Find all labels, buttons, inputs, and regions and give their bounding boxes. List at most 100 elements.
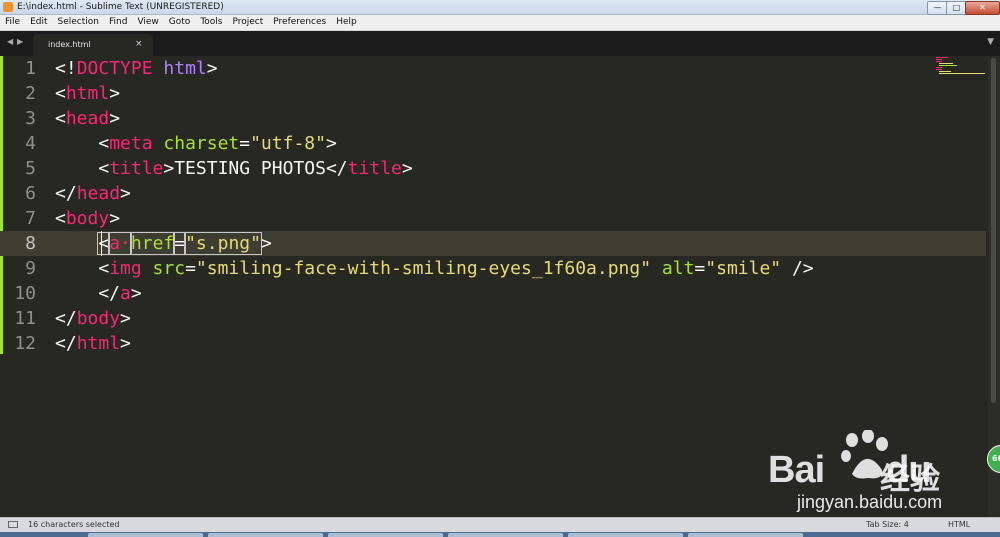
line-number: 6 bbox=[25, 183, 36, 204]
code-token: head bbox=[65, 108, 110, 129]
minimize-button[interactable]: — bbox=[927, 1, 948, 15]
window-title: E:\index.html - Sublime Text (UNREGISTER… bbox=[17, 2, 224, 12]
code-token: > bbox=[109, 108, 121, 129]
panel-toggle-icon[interactable] bbox=[8, 521, 18, 528]
code-token: <! bbox=[55, 58, 77, 79]
line-number: 10 bbox=[14, 283, 36, 304]
line-number: 12 bbox=[14, 333, 36, 354]
code-line[interactable]: 3 <head> bbox=[0, 106, 986, 131]
code-token: title bbox=[109, 158, 164, 179]
tab-label: index.html bbox=[48, 40, 91, 49]
code-line[interactable]: 5 <title>TESTING PHOTOS</title> bbox=[0, 156, 986, 181]
menu-find[interactable]: Find bbox=[104, 15, 132, 30]
taskbar-button[interactable] bbox=[568, 533, 683, 537]
taskbar-button[interactable] bbox=[328, 533, 443, 537]
menu-preferences[interactable]: Preferences bbox=[268, 15, 331, 30]
taskbar-button[interactable] bbox=[448, 533, 563, 537]
code-text: </a> bbox=[55, 281, 141, 306]
menu-tools[interactable]: Tools bbox=[195, 15, 227, 30]
code-line[interactable]: 6 </head> bbox=[0, 181, 986, 206]
code-token: title bbox=[347, 158, 402, 179]
code-line[interactable]: 11 </body> bbox=[0, 306, 986, 331]
code-token: DOCTYPE bbox=[76, 58, 153, 79]
menu-goto[interactable]: Goto bbox=[164, 15, 196, 30]
os-taskbar bbox=[0, 532, 1000, 537]
code-token: html bbox=[65, 83, 110, 104]
tab-scroll-right-icon[interactable]: ▶ bbox=[17, 37, 23, 46]
code-token: </ bbox=[55, 333, 77, 354]
line-number: 4 bbox=[25, 133, 36, 154]
close-button[interactable]: ✕ bbox=[965, 1, 1000, 15]
code-line[interactable]: 8 <a·href="s.png"> bbox=[0, 231, 986, 256]
code-token: /> bbox=[781, 258, 814, 279]
code-line[interactable]: 1 <!DOCTYPE html> bbox=[0, 56, 986, 81]
code-token: img bbox=[109, 258, 142, 279]
line-number: 1 bbox=[25, 58, 36, 79]
tab-overflow-icon[interactable]: ▼ bbox=[987, 37, 994, 47]
code-token: < bbox=[55, 158, 110, 179]
tab-scroll-left-icon[interactable]: ◀ bbox=[7, 37, 13, 46]
code-token: body bbox=[65, 208, 110, 229]
code-token: a bbox=[120, 283, 131, 304]
code-line[interactable]: 9 <img src="smiling-face-with-smiling-ey… bbox=[0, 256, 986, 281]
tab-size-selector[interactable]: Tab Size: 4 bbox=[866, 520, 909, 529]
menu-edit[interactable]: Edit bbox=[25, 15, 52, 30]
scrollbar-thumb[interactable] bbox=[991, 58, 996, 403]
menu-selection[interactable]: Selection bbox=[53, 15, 104, 30]
code-line[interactable]: 2 <html> bbox=[0, 81, 986, 106]
taskbar-button[interactable] bbox=[88, 533, 203, 537]
line-number: 2 bbox=[25, 83, 36, 104]
code-line[interactable]: 10 </a> bbox=[0, 281, 986, 306]
code-token: < bbox=[97, 232, 111, 255]
taskbar-button[interactable] bbox=[208, 533, 323, 537]
code-token: > bbox=[206, 58, 218, 79]
code-text: <!DOCTYPE html> bbox=[55, 56, 218, 81]
code-token: charset bbox=[163, 133, 240, 154]
code-token: > bbox=[120, 308, 131, 329]
watermark-logo-text: Bai bbox=[768, 449, 825, 491]
code-token: < bbox=[55, 108, 66, 129]
watermark-url: jingyan.baidu.com bbox=[797, 492, 943, 512]
code-token: = bbox=[694, 258, 706, 279]
menu-project[interactable]: Project bbox=[227, 15, 268, 30]
code-token: = bbox=[239, 133, 251, 154]
code-text: <head> bbox=[55, 106, 120, 131]
menu-view[interactable]: View bbox=[132, 15, 163, 30]
code-token: "s.png" bbox=[184, 232, 262, 255]
line-number: 5 bbox=[25, 158, 36, 179]
taskbar-button[interactable] bbox=[688, 533, 803, 537]
code-token: head bbox=[76, 183, 121, 204]
code-token: > bbox=[325, 133, 337, 154]
code-token: html bbox=[163, 58, 207, 79]
code-token: a· bbox=[108, 232, 132, 255]
syntax-selector[interactable]: HTML bbox=[948, 520, 970, 529]
code-token: body bbox=[76, 308, 121, 329]
code-token: = bbox=[173, 232, 187, 255]
code-token: < bbox=[55, 83, 66, 104]
menu-help[interactable]: Help bbox=[331, 15, 362, 30]
code-token: </ bbox=[55, 183, 77, 204]
sublime-app-icon bbox=[3, 2, 13, 12]
code-line[interactable]: 12 </html> bbox=[0, 331, 986, 356]
code-token: < bbox=[55, 258, 110, 279]
code-token: alt bbox=[661, 258, 695, 279]
code-line[interactable]: 7 <body> bbox=[0, 206, 986, 231]
menu-bar: File Edit Selection Find View Goto Tools… bbox=[0, 15, 1000, 31]
code-token: meta bbox=[109, 133, 153, 154]
tab-close-icon[interactable]: × bbox=[135, 39, 143, 49]
tab-bar: ◀ ▶ index.html × ▼ bbox=[0, 31, 1000, 56]
line-number: 11 bbox=[14, 308, 36, 329]
line-number: 9 bbox=[25, 258, 36, 279]
tab-index-html[interactable]: index.html × bbox=[33, 34, 153, 56]
code-text: <meta charset="utf-8"> bbox=[55, 131, 337, 156]
code-line[interactable]: 4 <meta charset="utf-8"> bbox=[0, 131, 986, 156]
menu-file[interactable]: File bbox=[0, 15, 25, 30]
maximize-button[interactable]: □ bbox=[946, 1, 967, 15]
code-text: <html> bbox=[55, 81, 120, 106]
code-text: </body> bbox=[55, 306, 131, 331]
code-token: href bbox=[129, 232, 176, 255]
code-token: TESTING PHOTOS bbox=[174, 158, 326, 179]
